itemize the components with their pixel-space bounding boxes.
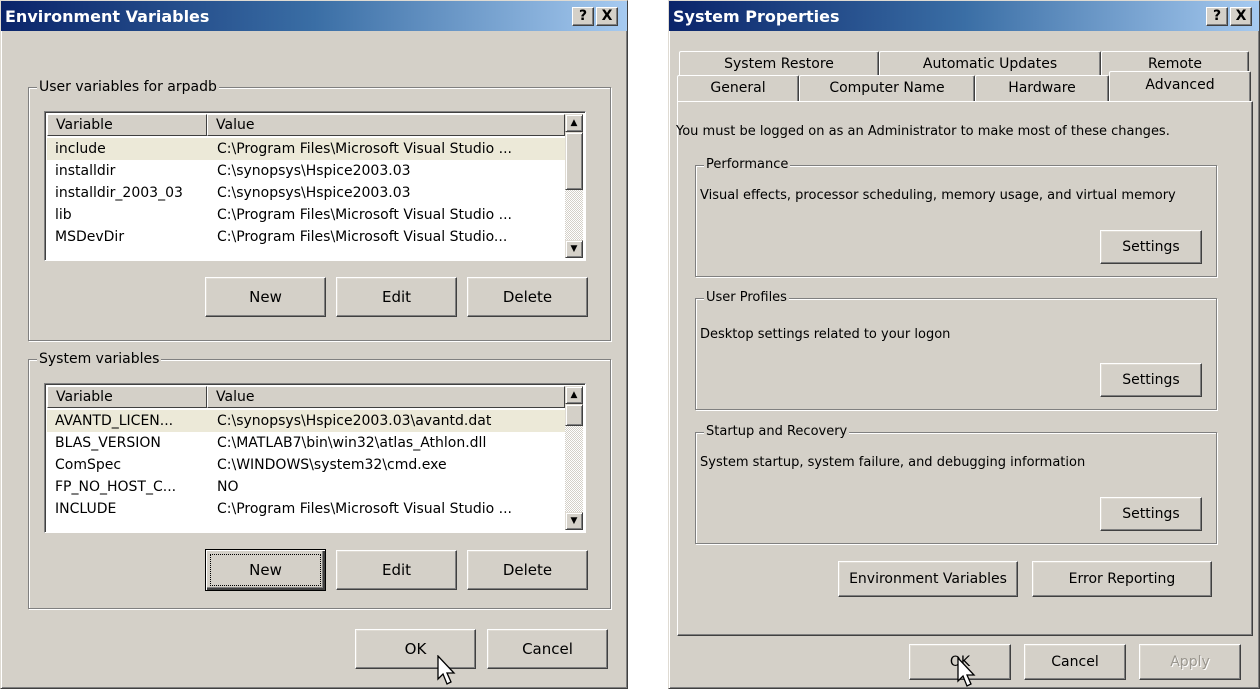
startup-recovery-group: Startup and Recovery System startup, sys… [695, 423, 1217, 544]
sys-cancel-button[interactable]: Cancel [1024, 644, 1126, 680]
sys-close-button[interactable]: X [1230, 7, 1252, 26]
user-variable-row[interactable]: MSDevDir C:\Program Files\Microsoft Visu… [47, 226, 565, 248]
user-profiles-settings-button[interactable]: Settings [1100, 363, 1202, 397]
env-cancel-button[interactable]: Cancel [487, 629, 608, 669]
user-variable-row[interactable]: installdir_2003_03 C:\synopsys\Hspice200… [47, 182, 565, 204]
user-variable-name: MSDevDir [55, 229, 125, 245]
user-new-button[interactable]: New [205, 277, 326, 317]
error-reporting-button[interactable]: Error Reporting [1032, 561, 1212, 597]
startup-recovery-label: Startup and Recovery [704, 423, 850, 441]
tab-automatic-updates[interactable]: Automatic Updates [879, 51, 1101, 77]
user-column-header-variable[interactable]: Variable [47, 114, 207, 136]
env-close-button[interactable]: X [596, 7, 618, 26]
user-variable-row[interactable]: installdir C:\synopsys\Hspice2003.03 [47, 160, 565, 182]
system-variable-name: AVANTD_LICEN... [55, 413, 174, 429]
user-variable-value: C:\synopsys\Hspice2003.03 [217, 185, 411, 201]
env-title-bar[interactable]: Environment Variables [1, 1, 627, 31]
system-variable-name: INCLUDE [55, 501, 117, 517]
tab-computer-name[interactable]: Computer Name [799, 75, 975, 101]
user-variables-label: User variables for arpadb [37, 78, 219, 96]
scroll-up-icon[interactable]: ▲ [565, 386, 583, 404]
system-variable-value: NO [217, 479, 239, 495]
scroll-down-icon[interactable]: ▼ [565, 512, 583, 530]
user-list-scroll-thumb[interactable] [565, 132, 583, 190]
system-properties-dialog: System Properties ? X System Restore Aut… [668, 0, 1260, 689]
focus-rectangle [210, 554, 321, 586]
performance-label: Performance [704, 156, 791, 174]
user-variable-row[interactable]: lib C:\Program Files\Microsoft Visual St… [47, 204, 565, 226]
system-delete-button[interactable]: Delete [467, 550, 588, 590]
admin-notice: You must be logged on as an Administrato… [676, 124, 1170, 139]
user-variable-row[interactable]: include C:\Program Files\Microsoft Visua… [47, 138, 565, 160]
startup-recovery-description: System startup, system failure, and debu… [700, 455, 1086, 470]
tab-advanced[interactable]: Advanced [1109, 71, 1251, 101]
system-variables-label: System variables [37, 350, 162, 368]
user-variable-value: C:\Program Files\Microsoft Visual Studio… [217, 207, 512, 223]
help-icon: ? [578, 8, 588, 24]
system-column-header-variable[interactable]: Variable [47, 386, 207, 408]
system-variable-row[interactable]: ComSpec C:\WINDOWS\system32\cmd.exe [47, 454, 565, 476]
user-variable-name: installdir [55, 163, 116, 179]
mouse-pointer-icon [437, 655, 456, 685]
scroll-down-icon[interactable]: ▼ [565, 240, 583, 258]
performance-group: Performance Visual effects, processor sc… [695, 156, 1217, 277]
system-column-header-value[interactable]: Value [207, 386, 565, 408]
system-variable-name: FP_NO_HOST_C... [55, 479, 177, 495]
user-variables-list[interactable]: Variable Value include C:\Program Files\… [44, 111, 586, 261]
system-variable-value: C:\Program Files\Microsoft Visual Studio… [217, 501, 512, 517]
sys-dialog-title: System Properties [673, 7, 840, 26]
user-variable-name: installdir_2003_03 [55, 185, 183, 201]
user-profiles-label: User Profiles [704, 289, 789, 307]
env-dialog-title: Environment Variables [5, 7, 210, 26]
user-variable-value: C:\Program Files\Microsoft Visual Studio… [217, 141, 512, 157]
sys-title-bar[interactable]: System Properties [669, 1, 1259, 31]
system-variable-row[interactable]: FP_NO_HOST_C... NO [47, 476, 565, 498]
system-variable-value: C:\synopsys\Hspice2003.03\avantd.dat [217, 413, 492, 429]
user-profiles-description: Desktop settings related to your logon [700, 327, 951, 342]
performance-settings-button[interactable]: Settings [1100, 230, 1202, 264]
env-help-button[interactable]: ? [572, 7, 594, 26]
system-list-scrollbar[interactable]: ▲ ▼ [565, 386, 583, 530]
user-column-header-value[interactable]: Value [207, 114, 565, 136]
tab-system-restore[interactable]: System Restore [679, 51, 879, 77]
close-icon: X [601, 8, 613, 24]
system-new-button[interactable]: New [205, 549, 326, 591]
environment-variables-button[interactable]: Environment Variables [838, 561, 1018, 597]
close-icon: X [1235, 8, 1247, 24]
system-variable-name: BLAS_VERSION [55, 435, 161, 451]
help-icon: ? [1212, 8, 1222, 24]
user-variable-name: lib [55, 207, 72, 223]
mouse-pointer-icon [957, 657, 976, 687]
user-variable-value: C:\synopsys\Hspice2003.03 [217, 163, 411, 179]
user-profiles-group: User Profiles Desktop settings related t… [695, 289, 1217, 410]
system-edit-button[interactable]: Edit [336, 550, 457, 590]
system-variable-row[interactable]: BLAS_VERSION C:\MATLAB7\bin\win32\atlas_… [47, 432, 565, 454]
system-variable-name: ComSpec [55, 457, 122, 473]
system-list-scroll-thumb[interactable] [565, 404, 583, 426]
startup-recovery-settings-button[interactable]: Settings [1100, 497, 1202, 531]
system-variable-value: C:\MATLAB7\bin\win32\atlas_Athlon.dll [217, 435, 487, 451]
system-variables-list[interactable]: Variable Value AVANTD_LICEN... C:\synops… [44, 383, 586, 533]
system-variable-row[interactable]: INCLUDE C:\Program Files\Microsoft Visua… [47, 498, 565, 520]
tab-general[interactable]: General [677, 75, 799, 101]
user-list-scrollbar[interactable]: ▲ ▼ [565, 114, 583, 258]
scroll-up-icon[interactable]: ▲ [565, 114, 583, 132]
system-variable-value: C:\WINDOWS\system32\cmd.exe [217, 457, 447, 473]
user-edit-button[interactable]: Edit [336, 277, 457, 317]
user-variable-value: C:\Program Files\Microsoft Visual Studio… [217, 229, 508, 245]
environment-variables-dialog: Environment Variables ? X User variables… [0, 0, 628, 689]
sys-apply-button[interactable]: Apply [1139, 644, 1241, 680]
performance-description: Visual effects, processor scheduling, me… [700, 188, 1176, 203]
system-variable-row[interactable]: AVANTD_LICEN... C:\synopsys\Hspice2003.0… [47, 410, 565, 432]
sys-help-button[interactable]: ? [1206, 7, 1228, 26]
tab-hardware[interactable]: Hardware [975, 75, 1109, 101]
advanced-tab-panel: You must be logged on as an Administrato… [676, 101, 1253, 636]
user-variable-name: include [55, 141, 106, 157]
user-delete-button[interactable]: Delete [467, 277, 588, 317]
